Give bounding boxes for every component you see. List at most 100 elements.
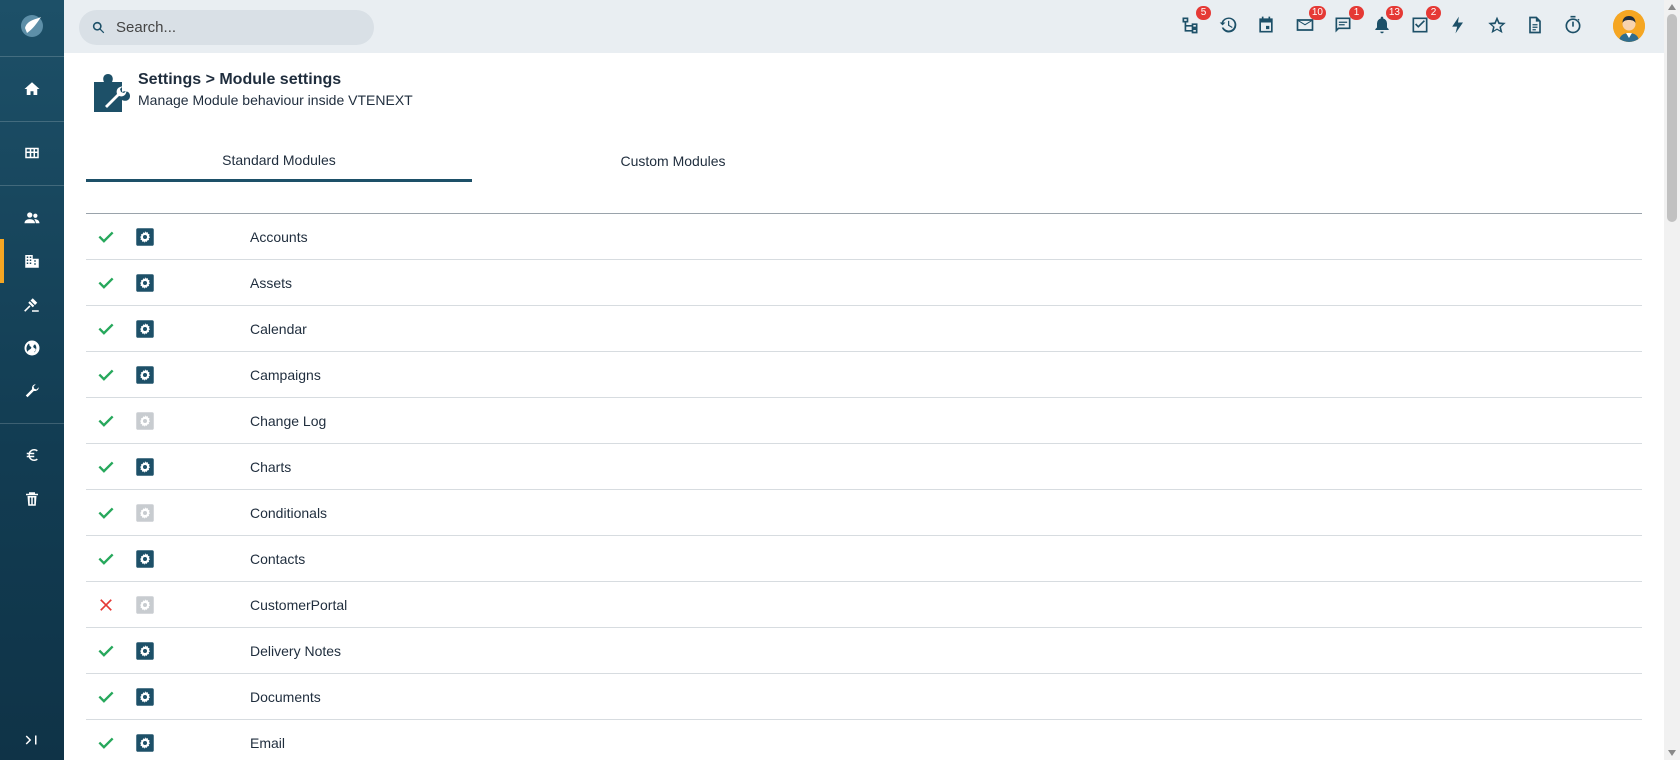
search-box[interactable] — [79, 10, 374, 45]
sidebar-separator — [0, 185, 64, 186]
processes-button[interactable]: 5 — [1177, 6, 1211, 38]
module-settings-gear-icon[interactable] — [135, 641, 155, 661]
module-name: Documents — [250, 689, 321, 705]
euro-icon — [26, 449, 38, 461]
check-icon[interactable] — [96, 365, 116, 385]
topbar: 5 10 1 13 2 — [64, 0, 1664, 53]
table-row: Change Log — [86, 398, 1642, 444]
table-row: Charts — [86, 444, 1642, 490]
module-settings-gear-icon[interactable] — [135, 549, 155, 569]
sidebar-item-settings[interactable] — [0, 369, 64, 413]
check-icon[interactable] — [96, 641, 116, 661]
module-settings-gear-icon[interactable] — [135, 227, 155, 247]
quick-create-button[interactable] — [1445, 12, 1471, 38]
building-icon — [25, 255, 39, 268]
module-table: Accounts Assets Calendar Campaigns Change Lo… — [86, 213, 1642, 760]
module-settings-gear-icon[interactable] — [135, 273, 155, 293]
table-row: Delivery Notes — [86, 628, 1642, 674]
history-button[interactable] — [1215, 12, 1241, 38]
check-icon[interactable] — [96, 319, 116, 339]
tab-standard-modules[interactable]: Standard Modules — [86, 140, 472, 182]
sidebar-separator — [0, 423, 64, 424]
check-icon[interactable] — [96, 687, 116, 707]
check-icon[interactable] — [96, 549, 116, 569]
app-logo[interactable] — [0, 6, 64, 46]
sidebar-item-home[interactable] — [0, 67, 64, 111]
check-icon[interactable] — [96, 503, 116, 523]
cross-icon[interactable] — [96, 595, 116, 615]
table-row: Calendar — [86, 306, 1642, 352]
user-avatar[interactable] — [1613, 10, 1645, 42]
calendar-button[interactable] — [1253, 12, 1279, 38]
search-input[interactable] — [116, 19, 356, 36]
module-settings-gear-icon[interactable] — [135, 365, 155, 385]
check-icon[interactable] — [96, 227, 116, 247]
tasks-badge: 2 — [1426, 6, 1441, 20]
sidebar-expand-button[interactable] — [0, 718, 64, 760]
scroll-up-arrow-icon[interactable] — [1668, 4, 1676, 10]
messages-button[interactable]: 10 — [1292, 6, 1326, 38]
module-settings-gear-icon[interactable] — [135, 687, 155, 707]
tasks-button[interactable]: 2 — [1407, 6, 1441, 38]
module-name: Assets — [250, 275, 293, 291]
table-row: Documents — [86, 674, 1642, 720]
module-settings-gear-icon[interactable] — [135, 733, 155, 753]
check-icon[interactable] — [96, 411, 116, 431]
module-name: Delivery Notes — [250, 643, 342, 659]
table-row: Campaigns — [86, 352, 1642, 398]
wrench-icon — [25, 384, 39, 398]
notes-button[interactable] — [1522, 12, 1548, 38]
module-name: Charts — [250, 459, 292, 475]
table-row: Assets — [86, 260, 1642, 306]
check-icon[interactable] — [96, 273, 116, 293]
table-row: Conditionals — [86, 490, 1642, 536]
module-name: Calendar — [250, 321, 307, 337]
sidebar-item-portal[interactable] — [0, 326, 64, 370]
scrollbar-thumb[interactable] — [1667, 14, 1677, 222]
checkbox-icon — [1412, 17, 1428, 33]
sidebar-item-modules[interactable] — [0, 131, 64, 175]
grid-icon — [25, 147, 39, 159]
module-name: Campaigns — [250, 367, 321, 383]
notifications-badge: 13 — [1385, 6, 1403, 20]
messages-badge: 10 — [1308, 6, 1326, 20]
globe-icon — [24, 340, 40, 356]
chat-icon — [1335, 17, 1351, 33]
page-subtitle: Manage Module behaviour inside VTENEXT — [138, 92, 413, 108]
sidebar-item-finance[interactable] — [0, 433, 64, 477]
module-settings-gear-icon[interactable] — [135, 319, 155, 339]
check-icon[interactable] — [96, 733, 116, 753]
talks-button[interactable]: 1 — [1330, 6, 1364, 38]
notifications-button[interactable]: 13 — [1369, 6, 1403, 38]
page-title: Settings > Module settings — [138, 71, 342, 88]
scroll-down-arrow-icon[interactable] — [1668, 750, 1676, 756]
sidebar-item-trash[interactable] — [0, 477, 64, 521]
processes-badge: 5 — [1196, 6, 1211, 20]
module-settings-gear-icon[interactable] — [135, 457, 155, 477]
sidebar-separator — [0, 56, 64, 57]
sidebar — [0, 0, 64, 760]
table-row: Accounts — [86, 214, 1642, 260]
home-icon — [24, 82, 40, 95]
table-row: Email — [86, 720, 1642, 760]
module-name: Accounts — [250, 229, 308, 245]
module-settings-gear-icon — [135, 503, 155, 523]
expand-icon — [25, 735, 37, 745]
check-icon[interactable] — [96, 457, 116, 477]
module-name: Contacts — [250, 551, 306, 567]
avatar-icon — [1613, 10, 1645, 42]
people-icon — [24, 212, 40, 224]
sidebar-item-accounts[interactable] — [0, 239, 64, 283]
module-name: CustomerPortal — [250, 597, 348, 613]
module-tabs: Standard Modules Custom Modules — [86, 140, 1642, 182]
puzzle-wrench-icon — [94, 74, 130, 112]
timer-button[interactable] — [1560, 12, 1586, 38]
page-scrollbar[interactable] — [1664, 0, 1680, 760]
sidebar-item-tools[interactable] — [0, 283, 64, 327]
favorites-button[interactable] — [1484, 12, 1510, 38]
table-row: Contacts — [86, 536, 1642, 582]
sidebar-item-contacts[interactable] — [0, 196, 64, 240]
gavel-icon — [24, 298, 39, 312]
tab-custom-modules[interactable]: Custom Modules — [480, 140, 866, 182]
logo-icon — [21, 15, 43, 37]
